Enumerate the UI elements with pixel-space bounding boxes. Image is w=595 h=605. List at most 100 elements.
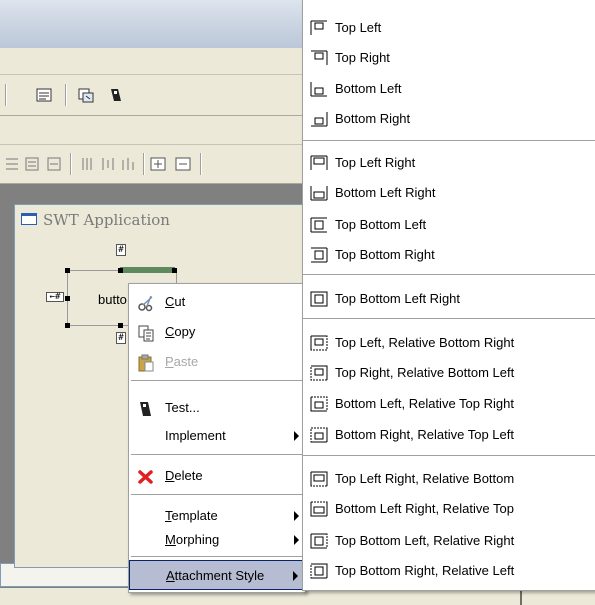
left-anchor-icon[interactable]: ←# — [46, 292, 64, 302]
submenu-item-label: Top Bottom Left — [335, 217, 427, 232]
attachment-top-left-right-relative-bottom[interactable]: Top Left Right, Relative Bottom — [303, 464, 595, 494]
toolbar-separator — [5, 84, 6, 106]
align-icon[interactable] — [4, 156, 20, 172]
same-size-icon[interactable] — [150, 156, 166, 172]
submenu-arrow-icon — [293, 571, 298, 581]
widget-button-label[interactable]: butto — [98, 292, 127, 307]
form-icon[interactable] — [36, 87, 52, 103]
attachment-top-right[interactable]: Top Right — [303, 43, 595, 73]
menu-item-copy[interactable]: Copy — [129, 317, 305, 347]
attach-top-left-right-icon — [310, 155, 328, 170]
delete-icon — [138, 470, 153, 484]
ide-menu-strip — [0, 48, 305, 75]
attachment-top-left-relative-bottom-right[interactable]: Top Left, Relative Bottom Right — [303, 328, 595, 358]
test-tube-icon[interactable] — [108, 87, 124, 103]
accelerator-key: T — [165, 508, 172, 523]
menu-item-implement[interactable]: Implement — [129, 421, 305, 451]
menu-separator — [131, 454, 303, 455]
accelerator-key: D — [165, 468, 175, 483]
submenu-arrow-icon — [294, 511, 299, 521]
swt-window-title: SWT Application — [43, 211, 170, 229]
distribute-icon[interactable] — [80, 156, 96, 172]
submenu-item-label: Top Bottom Right, Relative Left — [335, 563, 515, 578]
menu-item-delete[interactable]: Delete — [129, 461, 305, 491]
menu-item-cut[interactable]: Cut — [129, 287, 305, 317]
resize-handle[interactable] — [65, 268, 70, 273]
submenu-separator — [303, 455, 595, 456]
submenu-item-label: Bottom Right — [335, 111, 411, 126]
submenu-item-label: Top Left Right, Relative Bottom — [335, 471, 515, 486]
resize-handle[interactable] — [172, 268, 177, 273]
attachment-top-bottom-left-relative-right[interactable]: Top Bottom Left, Relative Right — [303, 526, 595, 556]
attach-relative-icon — [310, 563, 328, 579]
attachment-bottom-left[interactable]: Bottom Left — [303, 74, 595, 104]
resize-handle[interactable] — [65, 296, 70, 301]
attachment-bottom-left-right[interactable]: Bottom Left Right — [303, 178, 595, 208]
bottom-anchor-icon[interactable]: # — [116, 332, 126, 344]
submenu-arrow-icon — [294, 431, 299, 441]
preview-window-icon[interactable] — [78, 87, 94, 103]
attachment-top-bottom-left[interactable]: Top Bottom Left — [303, 210, 595, 240]
distribute-middle-icon[interactable] — [100, 156, 116, 172]
same-width-icon[interactable] — [175, 156, 191, 172]
accelerator-key: A — [166, 568, 175, 583]
resize-handle[interactable] — [65, 323, 70, 328]
toolbar-separator — [200, 153, 201, 175]
submenu-item-label: Top Right, Relative Bottom Left — [335, 365, 515, 380]
submenu-item-label: Bottom Right, Relative Top Left — [335, 427, 514, 442]
submenu-arrow-icon — [294, 535, 299, 545]
attachment-bottom-left-right-relative-top[interactable]: Bottom Left Right, Relative Top — [303, 494, 595, 524]
menu-item-label: Paste — [165, 354, 199, 369]
submenu-item-label: Top Bottom Right — [335, 247, 435, 262]
menu-item-morphing[interactable]: Morphing — [129, 525, 305, 555]
menu-item-label: Template — [165, 508, 218, 523]
submenu-item-label: Top Left — [335, 20, 382, 35]
resize-handle[interactable] — [118, 268, 123, 273]
attach-all-sides-icon — [310, 291, 328, 307]
align-center-icon[interactable] — [24, 156, 40, 172]
attachment-top-bottom-left-right[interactable]: Top Bottom Left Right — [303, 284, 595, 314]
ide-toolbar-top — [0, 75, 305, 116]
attach-bottom-right-icon — [311, 112, 328, 127]
resize-handle[interactable] — [118, 323, 123, 328]
submenu-separator — [303, 274, 595, 275]
scissors-icon — [138, 295, 153, 312]
menu-item-attachment-style[interactable]: Attachment Style — [129, 560, 305, 590]
attach-relative-icon — [310, 365, 328, 381]
toolbar-separator — [143, 153, 144, 175]
menu-item-test[interactable]: Test... — [129, 393, 305, 423]
menu-separator — [131, 494, 303, 495]
attachment-bottom-left-relative-top-right[interactable]: Bottom Left, Relative Top Right — [303, 389, 595, 419]
toolbar-separator — [65, 84, 66, 106]
menu-item-paste[interactable]: Paste — [129, 347, 305, 377]
submenu-item-label: Bottom Left, Relative Top Right — [335, 396, 514, 411]
attachment-top-right-relative-bottom-left[interactable]: Top Right, Relative Bottom Left — [303, 358, 595, 388]
attach-relative-icon — [310, 335, 328, 351]
copy-icon — [138, 325, 154, 342]
submenu-item-label: Bottom Left Right, Relative Top — [335, 501, 514, 516]
align-right-icon[interactable] — [46, 156, 62, 172]
distribute-bottom-icon[interactable] — [120, 156, 136, 172]
submenu-item-label: Bottom Left — [335, 81, 402, 96]
ide-tab-strip — [0, 116, 305, 145]
attachment-top-bottom-right[interactable]: Top Bottom Right — [303, 240, 595, 270]
ide-toolbar-align — [0, 145, 305, 184]
attachment-top-left[interactable]: Top Left — [303, 13, 595, 43]
attachment-top-bottom-right-relative-left[interactable]: Top Bottom Right, Relative Left — [303, 556, 595, 586]
menu-item-label: Test... — [165, 400, 200, 415]
attach-relative-icon — [310, 533, 328, 549]
attach-relative-icon — [310, 396, 328, 412]
submenu-item-label: Top Left, Relative Bottom Right — [335, 335, 515, 350]
submenu-separator — [303, 318, 595, 319]
ide-title-bar — [0, 0, 305, 49]
attachment-top-left-right[interactable]: Top Left Right — [303, 148, 595, 178]
submenu-item-label: Top Left Right — [335, 155, 416, 170]
menu-item-label: Morphing — [165, 532, 220, 547]
attachment-bottom-right[interactable]: Bottom Right — [303, 104, 595, 134]
test-icon — [140, 402, 151, 416]
paste-icon — [138, 354, 154, 372]
window-icon — [21, 213, 37, 225]
top-anchor-icon[interactable]: # — [116, 244, 126, 256]
attachment-bottom-right-relative-top-left[interactable]: Bottom Right, Relative Top Left — [303, 420, 595, 450]
attach-top-left-icon — [310, 20, 327, 35]
